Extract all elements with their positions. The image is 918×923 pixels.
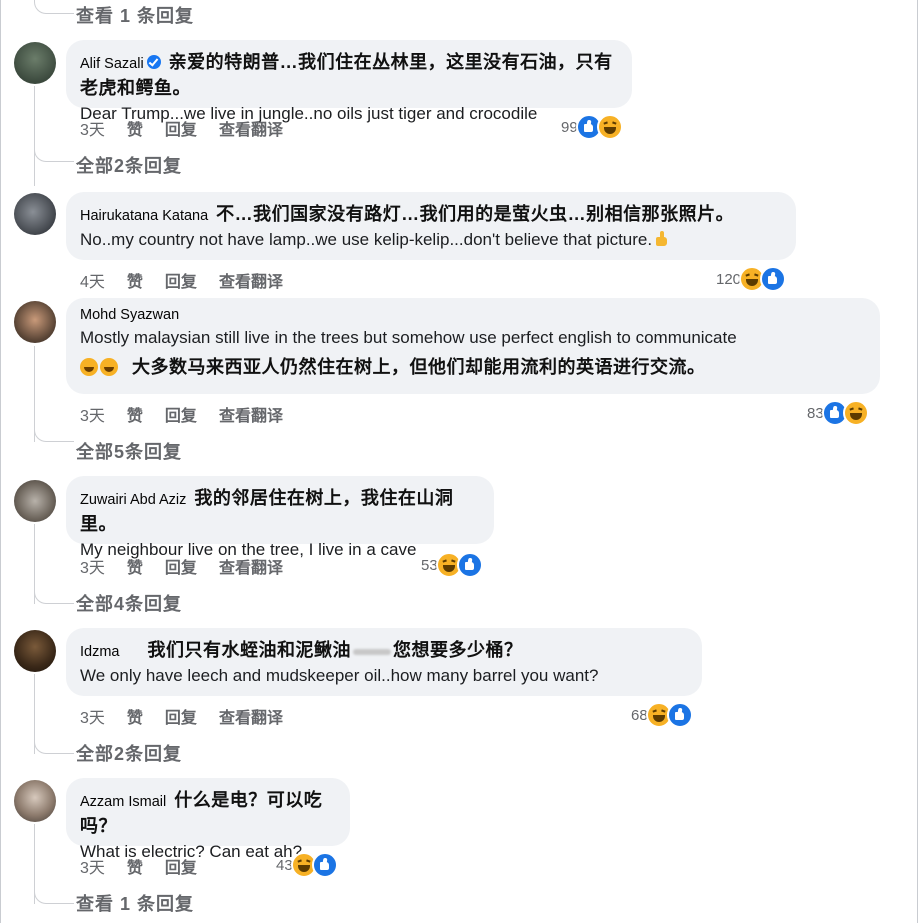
reaction-count: 120: [716, 270, 742, 288]
comment-text-en: We only have leech and mudskeeper oil..h…: [80, 666, 599, 685]
timestamp[interactable]: 4天: [80, 274, 105, 291]
view-replies-link[interactable]: 全部2条回复: [76, 152, 182, 178]
translate-button[interactable]: 查看翻译: [219, 710, 283, 727]
like-button[interactable]: 赞: [127, 860, 143, 877]
translate-button[interactable]: 查看翻译: [219, 560, 283, 577]
avatar[interactable]: [14, 42, 56, 84]
like-button[interactable]: 赞: [127, 274, 143, 291]
comment-text-en: No..my country not have lamp..we use kel…: [80, 230, 653, 249]
translate-button[interactable]: 查看翻译: [219, 274, 283, 291]
view-replies-link[interactable]: 全部2条回复: [76, 740, 182, 766]
timestamp[interactable]: 3天: [80, 408, 105, 425]
like-button[interactable]: 赞: [127, 560, 143, 577]
reaction-summary[interactable]: 83: [807, 400, 869, 426]
comment-bubble: Zuwairi Abd Aziz 我的邻居住在树上，我住在山洞里。 My neig…: [66, 476, 494, 559]
reply-button[interactable]: 回复: [165, 710, 197, 727]
author-name[interactable]: Hairukatana Katana: [80, 208, 208, 224]
like-button[interactable]: 赞: [127, 122, 143, 139]
author-name[interactable]: Zuwairi Abd Aziz: [80, 492, 186, 508]
comment-text-zh: 我们只有水蛭油和泥鳅油: [147, 640, 351, 660]
timestamp[interactable]: 3天: [80, 560, 105, 577]
like-reaction-icon: [311, 852, 338, 878]
comment-actions: 3天 赞 回复 查看翻译: [80, 402, 305, 426]
like-button[interactable]: 赞: [127, 408, 143, 425]
view-replies-link[interactable]: 查看 1 条回复: [76, 890, 194, 916]
view-replies-link[interactable]: 查看 1 条回复: [76, 2, 194, 28]
like-button[interactable]: 赞: [127, 710, 143, 727]
timestamp[interactable]: 3天: [80, 860, 105, 877]
comment-bubble: Hairukatana Katana 不…我们国家没有路灯…我们用的是萤火虫…别相…: [66, 192, 796, 260]
reply-button[interactable]: 回复: [165, 408, 197, 425]
avatar[interactable]: [14, 630, 56, 672]
author-name[interactable]: Idzma: [80, 644, 120, 660]
like-reaction-icon: [456, 552, 483, 578]
thumbs-up-emoji-icon: [654, 231, 668, 247]
haha-reaction-icon: [596, 114, 623, 140]
view-replies-link[interactable]: 全部4条回复: [76, 590, 182, 616]
timestamp[interactable]: 3天: [80, 122, 105, 139]
author-name[interactable]: Alif Sazali: [80, 56, 144, 72]
avatar[interactable]: [14, 301, 56, 343]
reply-button[interactable]: 回复: [165, 274, 197, 291]
comment-text-en: Mostly malaysian still live in the trees…: [80, 328, 737, 347]
reaction-summary[interactable]: 43: [276, 852, 338, 878]
avatar[interactable]: [14, 480, 56, 522]
comment-text-zh-continued: 您想要多少桶？: [393, 640, 523, 660]
comment-text-zh: 不…我们国家没有路灯…我们用的是萤火虫…别相信那张照片。: [216, 204, 735, 224]
comment-text-zh: 大多数马来西亚人仍然住在树上，但他们却能用流利的英语进行交流。: [132, 357, 706, 377]
reaction-summary[interactable]: 68: [631, 702, 693, 728]
timestamp[interactable]: 3天: [80, 710, 105, 727]
avatar[interactable]: [14, 780, 56, 822]
comment-actions: 3天 赞 回复 查看翻译: [80, 554, 305, 578]
comment-actions: 3天 赞 回复 查看翻译: [80, 116, 305, 140]
comment-bubble: Alif Sazali 亲爱的特朗普…我们住在丛林里，这里没有石油，只有老虎和鳄鱼…: [66, 40, 632, 123]
laughing-emoji-icon: [80, 358, 98, 376]
translate-button[interactable]: 查看翻译: [219, 122, 283, 139]
verified-badge-icon: [146, 55, 161, 69]
comment-bubble: Idzma 我们只有水蛭油和泥鳅油 您想要多少桶？ We only have lee…: [66, 628, 702, 696]
comment-bubble: Azzam Ismail 什么是电？可以吃吗？ What is electric?…: [66, 778, 350, 861]
thread-connector: [34, 0, 74, 14]
comment-actions: 4天 赞 回复 查看翻译: [80, 268, 305, 292]
view-replies-link[interactable]: 全部5条回复: [76, 438, 182, 464]
comment-actions: 3天 赞 回复 查看翻译: [80, 704, 305, 728]
comment-actions: 3天 赞 回复: [80, 854, 219, 878]
translate-button[interactable]: 查看翻译: [219, 408, 283, 425]
author-name[interactable]: Mohd Syazwan: [80, 307, 179, 323]
comment-bubble: Mohd Syazwan Mostly malaysian still live…: [66, 298, 880, 394]
like-reaction-icon: [666, 702, 693, 728]
reaction-summary[interactable]: 53: [421, 552, 483, 578]
like-reaction-icon: [760, 266, 787, 292]
laughing-emoji-icon: [100, 358, 118, 376]
avatar[interactable]: [14, 193, 56, 235]
reaction-summary[interactable]: 99: [561, 114, 623, 140]
blurred-text: [353, 648, 391, 655]
reply-button[interactable]: 回复: [165, 560, 197, 577]
haha-reaction-icon: [842, 400, 869, 426]
reaction-summary[interactable]: 120: [716, 266, 787, 292]
reply-button[interactable]: 回复: [165, 860, 197, 877]
author-name[interactable]: Azzam Ismail: [80, 794, 166, 810]
reply-button[interactable]: 回复: [165, 122, 197, 139]
